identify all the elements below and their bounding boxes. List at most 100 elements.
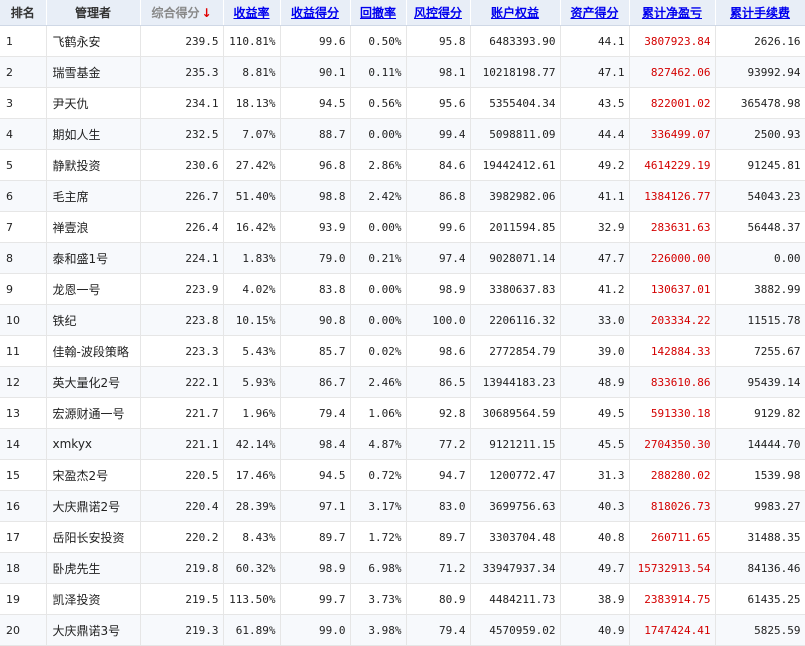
cell-manager: 佳翰-波段策略 (46, 335, 141, 367)
cell-equity: 3380637.83 (470, 273, 561, 305)
cell-asset-score: 48.9 (560, 366, 630, 398)
cell-return-score: 83.8 (280, 273, 351, 305)
cell-cum-fee: 61435.25 (715, 583, 805, 615)
cell-asset-score: 43.5 (560, 87, 630, 119)
cell-risk-score: 98.1 (406, 56, 471, 88)
cell-manager: 大庆鼎诺2号 (46, 490, 141, 522)
cell-equity: 5355404.34 (470, 87, 561, 119)
cell-total-score: 230.6 (140, 149, 224, 181)
cell-cum-pnl: 1384126.77 (629, 180, 716, 212)
header-equity[interactable]: 账户权益 (470, 0, 561, 26)
cell-drawdown: 3.17% (350, 490, 407, 522)
cell-cum-fee: 365478.98 (715, 87, 805, 119)
cell-cum-fee: 54043.23 (715, 180, 805, 212)
cell-risk-score: 83.0 (406, 490, 471, 522)
cell-total-score: 223.3 (140, 335, 224, 367)
cell-return-rate: 8.43% (223, 521, 281, 553)
cell-return-score: 85.7 (280, 335, 351, 367)
cell-rank: 19 (0, 583, 47, 615)
cell-equity: 2206116.32 (470, 304, 561, 336)
header-row: 排名 管理者 综合得分 ↓ 收益率 收益得分 回撤率 风控得分 账户权益 资产得分… (0, 0, 805, 26)
cell-asset-score: 47.7 (560, 242, 630, 274)
cell-total-score: 220.4 (140, 490, 224, 522)
table-row: 13 宏源财通一号 221.7 1.96% 79.4 1.06% 92.8 30689564.… (0, 397, 805, 429)
cell-cum-pnl: 260711.65 (629, 521, 716, 553)
cell-asset-score: 40.3 (560, 490, 630, 522)
cell-return-rate: 1.83% (223, 242, 281, 274)
cell-return-score: 94.5 (280, 459, 351, 491)
cell-equity: 30689564.59 (470, 397, 561, 429)
cell-return-rate: 4.02% (223, 273, 281, 305)
cell-asset-score: 31.3 (560, 459, 630, 491)
cell-rank: 1 (0, 25, 47, 57)
cell-equity: 19442412.61 (470, 149, 561, 181)
cell-risk-score: 95.6 (406, 87, 471, 119)
cell-risk-score: 98.6 (406, 335, 471, 367)
cell-drawdown: 0.50% (350, 25, 407, 57)
header-cum-pnl[interactable]: 累计净盈亏 (629, 0, 716, 26)
cell-total-score: 226.4 (140, 211, 224, 243)
cell-return-score: 99.6 (280, 25, 351, 57)
cell-asset-score: 39.0 (560, 335, 630, 367)
cell-total-score: 234.1 (140, 87, 224, 119)
cell-return-score: 89.7 (280, 521, 351, 553)
header-risk-score[interactable]: 风控得分 (406, 0, 471, 26)
sort-desc-icon: ↓ (201, 6, 212, 20)
cell-return-score: 79.4 (280, 397, 351, 429)
cell-manager: xmkyx (46, 428, 141, 460)
cell-total-score: 222.1 (140, 366, 224, 398)
cell-rank: 16 (0, 490, 47, 522)
cell-cum-fee: 9129.82 (715, 397, 805, 429)
table-row: 15 宋盈杰2号 220.5 17.46% 94.5 0.72% 94.7 1200772.4… (0, 459, 805, 491)
header-asset-score[interactable]: 资产得分 (560, 0, 630, 26)
table-row: 18 卧虎先生 219.8 60.32% 98.9 6.98% 71.2 33947937.3… (0, 552, 805, 584)
cell-return-score: 90.8 (280, 304, 351, 336)
ranking-table: 排名 管理者 综合得分 ↓ 收益率 收益得分 回撤率 风控得分 账户权益 资产得分… (0, 0, 805, 646)
cell-drawdown: 2.42% (350, 180, 407, 212)
cell-return-rate: 28.39% (223, 490, 281, 522)
table-row: 3 尹天仇 234.1 18.13% 94.5 0.56% 95.6 5355404.34 43… (0, 87, 805, 119)
header-return-rate[interactable]: 收益率 (223, 0, 281, 26)
cell-equity: 3699756.63 (470, 490, 561, 522)
cell-risk-score: 86.8 (406, 180, 471, 212)
cell-cum-fee: 3882.99 (715, 273, 805, 305)
cell-asset-score: 47.1 (560, 56, 630, 88)
table-row: 7 禅壹浪 226.4 16.42% 93.9 0.00% 99.6 2011594.85 32… (0, 211, 805, 243)
cell-total-score: 223.9 (140, 273, 224, 305)
header-drawdown[interactable]: 回撤率 (350, 0, 407, 26)
header-cum-fee[interactable]: 累计手续费 (715, 0, 805, 26)
cell-equity: 6483393.90 (470, 25, 561, 57)
cell-return-score: 98.8 (280, 180, 351, 212)
cell-risk-score: 71.2 (406, 552, 471, 584)
cell-drawdown: 6.98% (350, 552, 407, 584)
cell-manager: 瑞雪基金 (46, 56, 141, 88)
cell-manager: 岳阳长安投资 (46, 521, 141, 553)
cell-return-rate: 10.15% (223, 304, 281, 336)
cell-risk-score: 98.9 (406, 273, 471, 305)
header-return-score[interactable]: 收益得分 (280, 0, 351, 26)
cell-cum-fee: 84136.46 (715, 552, 805, 584)
cell-risk-score: 100.0 (406, 304, 471, 336)
cell-risk-score: 92.8 (406, 397, 471, 429)
cell-rank: 18 (0, 552, 47, 584)
cell-total-score: 220.5 (140, 459, 224, 491)
cell-equity: 1200772.47 (470, 459, 561, 491)
cell-return-score: 90.1 (280, 56, 351, 88)
cell-cum-fee: 14444.70 (715, 428, 805, 460)
cell-return-rate: 7.07% (223, 118, 281, 150)
cell-cum-pnl: 3807923.84 (629, 25, 716, 57)
cell-cum-pnl: 818026.73 (629, 490, 716, 522)
header-manager: 管理者 (46, 0, 141, 26)
cell-drawdown: 2.86% (350, 149, 407, 181)
cell-cum-fee: 56448.37 (715, 211, 805, 243)
cell-rank: 2 (0, 56, 47, 88)
cell-rank: 3 (0, 87, 47, 119)
cell-equity: 10218198.77 (470, 56, 561, 88)
header-total-score[interactable]: 综合得分 ↓ (140, 0, 224, 26)
cell-equity: 3303704.48 (470, 521, 561, 553)
cell-cum-fee: 2500.93 (715, 118, 805, 150)
cell-total-score: 219.5 (140, 583, 224, 615)
cell-rank: 13 (0, 397, 47, 429)
cell-cum-pnl: 833610.86 (629, 366, 716, 398)
cell-equity: 3982982.06 (470, 180, 561, 212)
